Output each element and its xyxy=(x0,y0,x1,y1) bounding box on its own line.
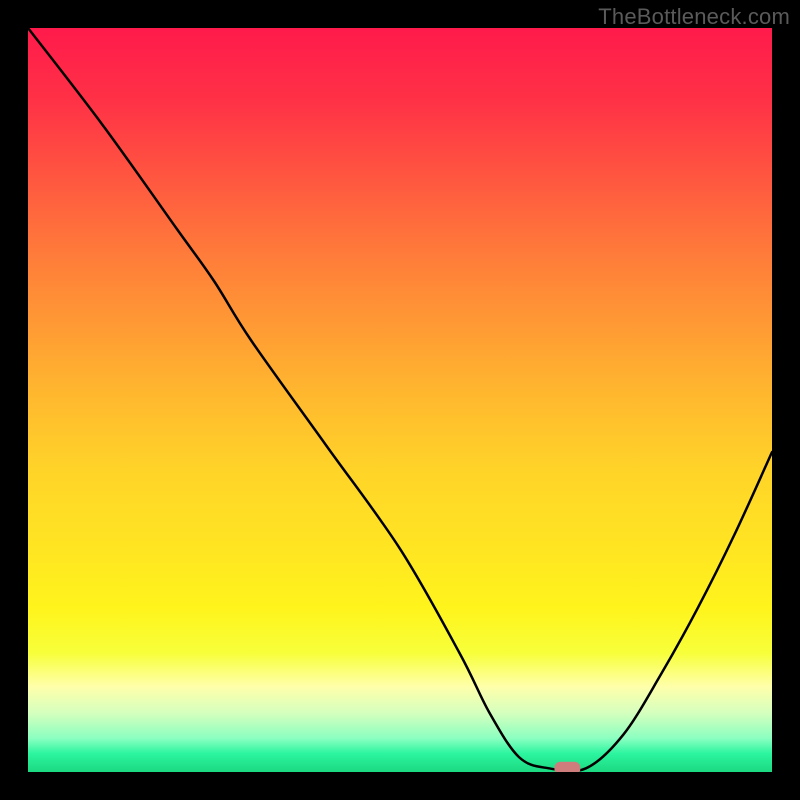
chart-frame: TheBottleneck.com xyxy=(0,0,800,800)
gradient-background xyxy=(28,28,772,772)
plot-area xyxy=(28,28,772,772)
watermark-text: TheBottleneck.com xyxy=(598,4,790,30)
chart-svg xyxy=(28,28,772,772)
optimum-marker xyxy=(554,762,580,772)
